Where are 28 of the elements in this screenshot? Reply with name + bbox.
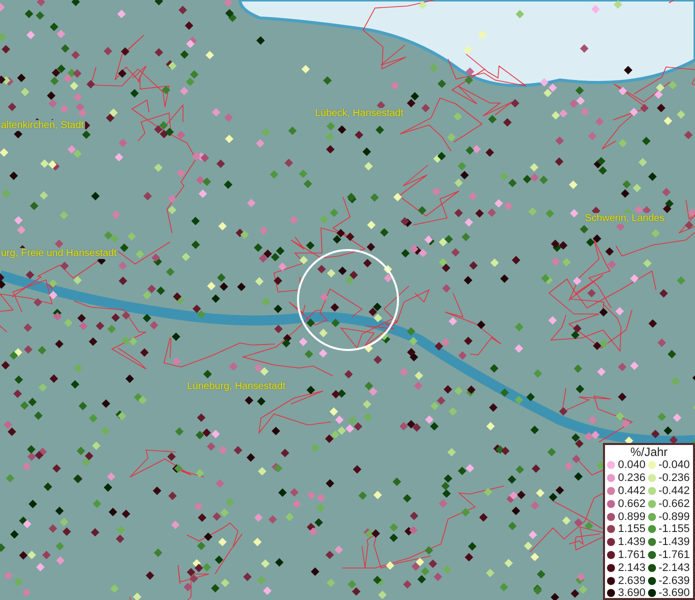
legend-value: 2.639	[618, 574, 646, 587]
legend-value: -0.442	[658, 484, 690, 497]
legend-value: -0.236	[658, 472, 690, 484]
legend-value: -2.143	[658, 562, 690, 574]
legend-value: -1.155	[658, 523, 690, 536]
legend-title: %/Jahr	[629, 446, 669, 459]
legend-value: -0.662	[658, 498, 690, 510]
legend-value: 0.899	[618, 510, 646, 523]
legend-value: -3.690	[658, 587, 690, 600]
legend-value: 0.662	[618, 498, 646, 510]
place-label: urg, Freie und Hansestadt	[0, 248, 118, 259]
place-label: altenkirchen, Stadt	[0, 120, 85, 131]
place-label: Lüneburg, Hansestadt	[186, 381, 286, 392]
legend-value: 1.761	[618, 548, 646, 561]
legend-value: 0.442	[618, 484, 646, 497]
legend-value: 3.690	[618, 587, 646, 600]
legend-value: -1.761	[658, 548, 690, 561]
legend-value: 1.155	[618, 523, 646, 536]
place-label: Schwerin, Landes	[584, 213, 666, 224]
legend-value: 2.143	[618, 562, 646, 574]
legend-value: -0.040	[658, 459, 690, 472]
legend-value: -2.639	[658, 574, 690, 587]
legend-value: 0.040	[618, 459, 646, 472]
legend-value: 1.439	[618, 536, 646, 548]
legend-value: -1.439	[658, 536, 690, 548]
place-label: Lübeck, Hansestadt	[314, 108, 404, 119]
legend-value: 0.236	[618, 472, 646, 484]
legend-value: -0.899	[658, 510, 690, 523]
